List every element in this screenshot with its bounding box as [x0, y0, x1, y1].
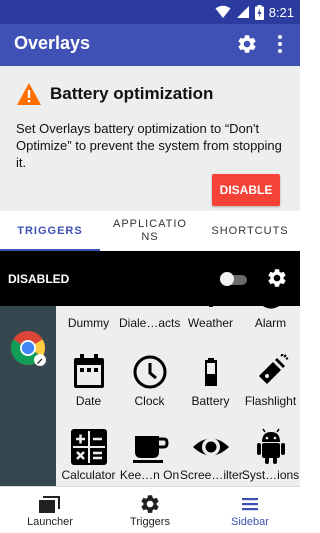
launcher-icon	[39, 496, 60, 513]
dummy-icon	[74, 306, 104, 316]
nav-sidebar-label: Sidebar	[231, 516, 269, 528]
gear-icon[interactable]	[236, 33, 258, 55]
eye-icon	[192, 438, 229, 456]
tab-shortcuts-label: SHORTCUTS	[211, 225, 289, 237]
trigger-label: Syst…ions	[241, 468, 300, 482]
trigger-grid: Dummy Diale…acts Weather Alarm Date Cloc…	[56, 306, 300, 486]
trigger-clock[interactable]: Clock	[119, 354, 180, 408]
flashlight-icon	[258, 354, 288, 384]
status-bar: 8:21	[0, 0, 300, 24]
toggle-knob	[220, 272, 234, 286]
trigger-dialer-contacts[interactable]: Diale…acts	[119, 306, 180, 330]
signal-icon	[236, 6, 249, 18]
app-title: Overlays	[14, 33, 91, 53]
sidebar-panel	[0, 306, 56, 486]
app-bar: Overlays	[0, 24, 300, 66]
nav-triggers-label: Triggers	[130, 516, 170, 528]
trigger-label: Battery	[191, 394, 230, 408]
trigger-label: Scree…ilter	[180, 468, 243, 482]
status-time: 8:21	[268, 4, 294, 20]
trigger-system-notifications[interactable]: Syst…ions	[240, 428, 300, 482]
overlay-status-label: DISABLED	[8, 272, 70, 286]
trigger-label: Flashlight	[244, 394, 297, 408]
warning-icon	[17, 83, 41, 105]
overlay-status-bar: DISABLED	[0, 251, 300, 306]
trigger-label: Alarm	[254, 316, 287, 330]
coffee-cup-icon	[132, 436, 169, 463]
trigger-battery[interactable]: Battery	[180, 354, 241, 408]
battery-icon	[204, 358, 217, 386]
weather-icon	[208, 306, 213, 307]
trigger-alarm[interactable]: Alarm	[240, 306, 300, 330]
battery-charging-icon	[254, 4, 264, 20]
trigger-keep-screen-on[interactable]: Kee…n On	[119, 428, 180, 482]
nav-launcher-label: Launcher	[27, 516, 73, 528]
clock-icon	[133, 355, 166, 389]
nav-launcher[interactable]: Launcher	[0, 487, 100, 533]
nav-triggers[interactable]: Triggers	[100, 487, 200, 533]
tab-bar: TRIGGERS APPLICATIONS SHORTCUTS	[0, 211, 300, 251]
alarm-icon	[262, 306, 279, 309]
wifi-icon	[215, 5, 231, 18]
trigger-dummy[interactable]: Dummy	[58, 306, 119, 330]
nav-sidebar[interactable]: Sidebar	[200, 487, 300, 533]
tab-shortcuts[interactable]: SHORTCUTS	[200, 211, 300, 251]
calculator-icon	[70, 429, 107, 465]
trigger-label: Calculator	[61, 468, 116, 482]
trigger-label: Dummy	[67, 316, 110, 330]
tab-applications[interactable]: APPLICATIONS	[100, 211, 200, 251]
trigger-label: Clock	[134, 394, 165, 408]
chrome-icon[interactable]	[10, 330, 46, 366]
trigger-label: Date	[75, 394, 102, 408]
tab-triggers-label: TRIGGERS	[17, 225, 83, 237]
dialer-icon	[135, 306, 165, 316]
banner-message: Set Overlays battery optimization to “Do…	[16, 121, 282, 170]
calendar-icon	[73, 354, 104, 388]
tab-triggers[interactable]: TRIGGERS	[0, 211, 100, 251]
trigger-screen-filter[interactable]: Scree…ilter	[180, 428, 243, 482]
more-vert-icon[interactable]	[274, 33, 286, 55]
disable-button[interactable]: DISABLE	[212, 174, 280, 206]
banner-title: Battery optimization	[50, 84, 214, 103]
trigger-label: Kee…n On	[119, 468, 180, 482]
trigger-label: Diale…acts	[119, 316, 181, 330]
battery-optimization-banner: Battery optimization Set Overlays batter…	[0, 66, 300, 211]
sidebar-menu-icon	[242, 498, 258, 511]
trigger-calculator[interactable]: Calculator	[58, 428, 119, 482]
bottom-navigation: Launcher Triggers Sidebar	[0, 486, 300, 533]
trigger-weather[interactable]: Weather	[180, 306, 241, 330]
trigger-label: Weather	[187, 316, 234, 330]
triggers-gear-icon	[141, 495, 159, 513]
gear-icon[interactable]	[266, 267, 288, 289]
tab-applications-label: APPLICATIONS	[113, 218, 187, 243]
trigger-date[interactable]: Date	[58, 354, 119, 408]
trigger-flashlight[interactable]: Flashlight	[240, 354, 300, 408]
overlay-toggle[interactable]	[220, 272, 247, 286]
android-icon	[256, 428, 285, 464]
